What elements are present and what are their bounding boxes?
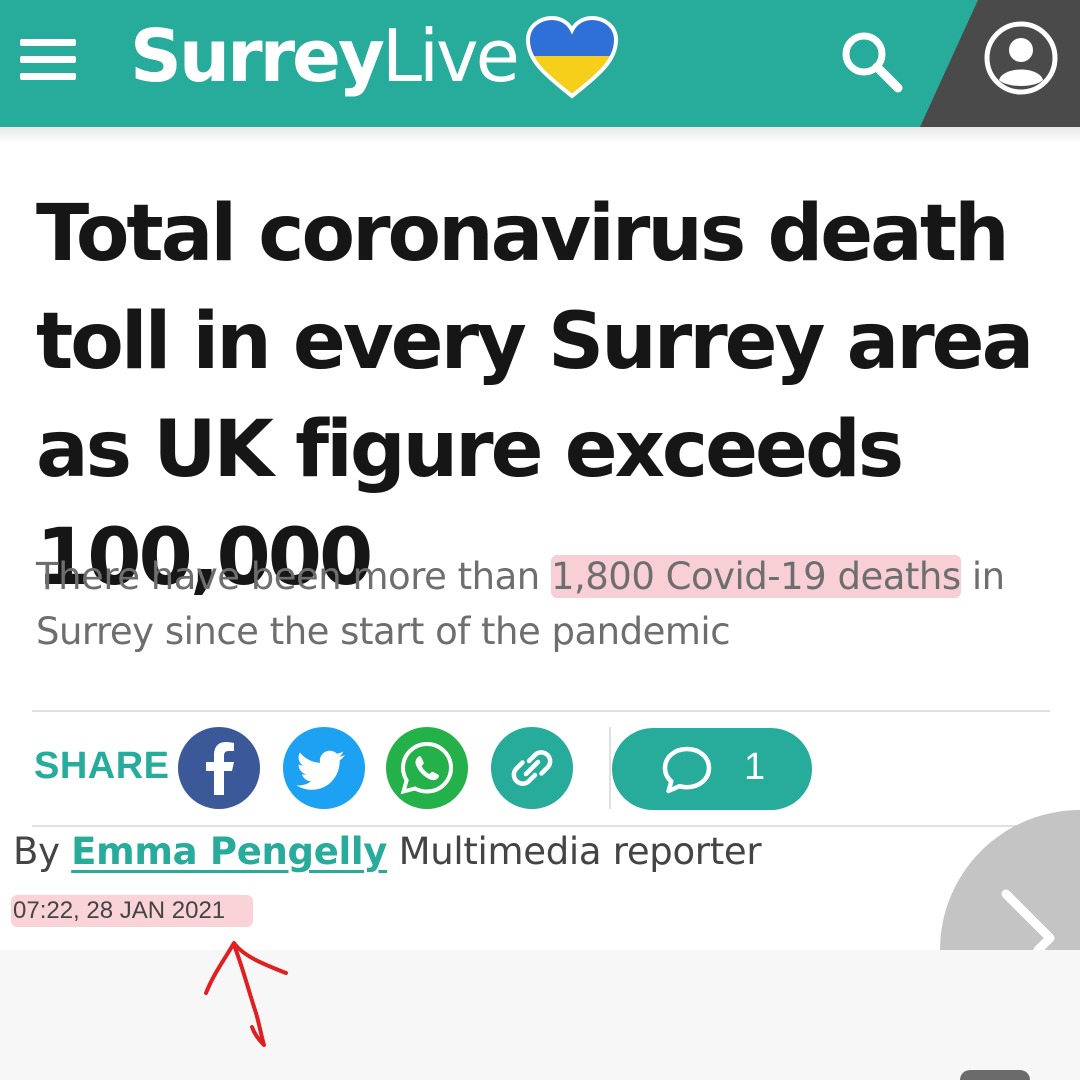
header-shadow (0, 127, 1080, 143)
lower-content-area (0, 950, 1080, 1080)
standfirst-highlight: 1,800 Covid-19 deaths (550, 555, 961, 598)
menu-icon[interactable] (20, 36, 76, 82)
standfirst-text-before: There have been more than (36, 555, 551, 598)
comment-count: 1 (744, 746, 766, 788)
search-icon[interactable] (838, 28, 904, 94)
annotation-arrow (204, 941, 288, 1047)
byline: By Emma Pengelly Multimedia reporter (13, 830, 762, 873)
logo-brand-bold: Surrey (130, 14, 385, 98)
next-article-button[interactable] (940, 802, 1080, 950)
account-icon[interactable] (983, 20, 1059, 96)
author-link[interactable]: Emma Pengelly (71, 830, 387, 873)
site-logo[interactable]: Surrey Live (130, 6, 520, 106)
site-header: Surrey Live (0, 0, 1080, 127)
byline-prefix: By (13, 830, 72, 873)
comment-icon (662, 746, 712, 794)
ukraine-heart-icon (525, 16, 619, 99)
share-divider (609, 727, 611, 809)
logo-brand-light: Live (381, 14, 520, 98)
floating-action-button[interactable] (960, 1070, 1030, 1080)
divider-bottom (32, 825, 1050, 827)
share-label: SHARE (34, 745, 170, 787)
facebook-share-button[interactable] (178, 727, 260, 809)
divider-top (32, 710, 1050, 712)
whatsapp-share-button[interactable] (386, 727, 468, 809)
whatsapp-icon (386, 727, 468, 809)
twitter-share-button[interactable] (283, 727, 365, 809)
chevron-right-icon (940, 810, 1080, 950)
publish-timestamp: 07:22, 28 JAN 2021 (11, 895, 254, 927)
comments-button[interactable]: 1 (612, 728, 812, 810)
article-headline: Total coronavirus death toll in every Su… (36, 189, 1034, 603)
twitter-icon (283, 727, 365, 809)
author-role: Multimedia reporter (387, 830, 762, 873)
facebook-icon (178, 727, 260, 809)
copy-link-button[interactable] (491, 727, 573, 809)
link-icon (491, 727, 573, 809)
article-standfirst: There have been more than 1,800 Covid-19… (36, 549, 1036, 659)
